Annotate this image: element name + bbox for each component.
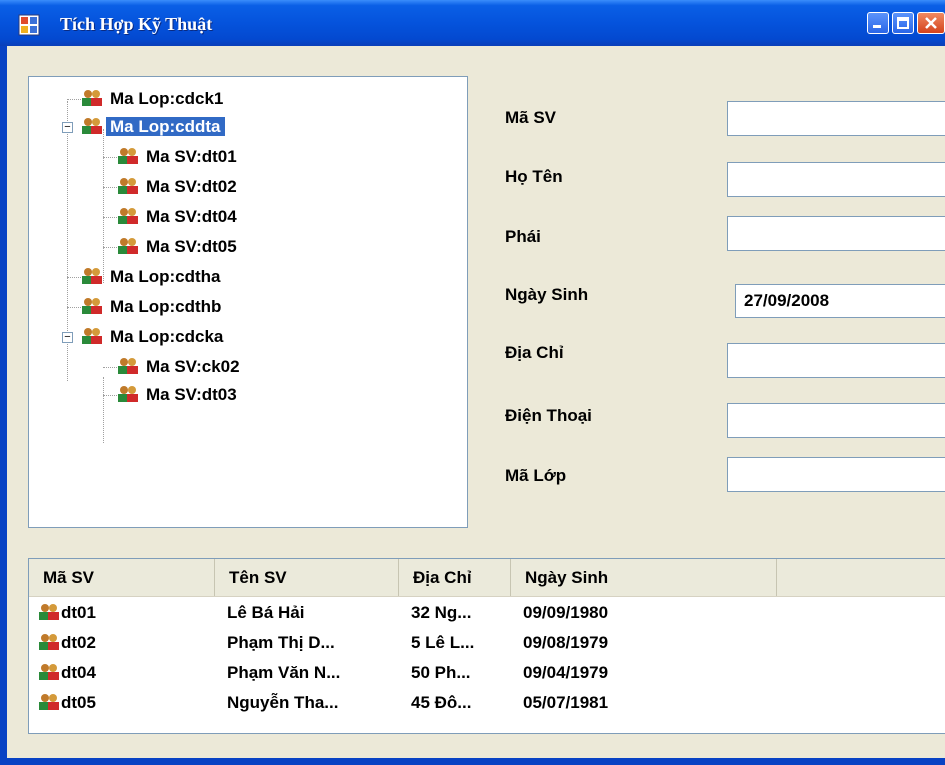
collapse-toggle[interactable]: − bbox=[62, 332, 73, 343]
cell-dia-chi: 50 Ph... bbox=[411, 663, 471, 682]
client-area: − − Ma Lop:cdck1 Ma Lop:cddta Ma SV:dt01… bbox=[7, 46, 945, 758]
column-header-ngay-sinh[interactable]: Ngày Sinh bbox=[511, 559, 777, 596]
tree-node-student[interactable]: Ma SV:dt04 bbox=[117, 204, 241, 230]
ngay-sinh-value: 27/09/2008 bbox=[744, 291, 830, 310]
dien-thoai-input[interactable] bbox=[727, 403, 945, 438]
users-group-icon bbox=[39, 604, 59, 620]
phai-label: Phái bbox=[505, 227, 541, 246]
users-group-icon bbox=[82, 268, 102, 284]
ngay-sinh-date-picker[interactable]: 27/09/2008 bbox=[735, 284, 945, 318]
tree-node-class[interactable]: Ma Lop:cdthb bbox=[81, 294, 225, 320]
tree-node-class[interactable]: Ma Lop:cdtha bbox=[81, 264, 225, 290]
cell-dia-chi: 45 Đô... bbox=[411, 693, 472, 712]
tree-connector bbox=[103, 395, 117, 396]
tree-node-class[interactable]: Ma Lop:cdck1 bbox=[81, 86, 227, 112]
users-group-icon bbox=[118, 148, 138, 164]
ho-ten-label: Họ Tên bbox=[505, 167, 563, 186]
table-row[interactable]: dt02 Phạm Thị D... 5 Lê L... 09/08/1979 bbox=[29, 628, 945, 658]
column-header-ten-sv[interactable]: Tên SV bbox=[215, 559, 399, 596]
class-tree-view[interactable]: − − Ma Lop:cdck1 Ma Lop:cddta Ma SV:dt01… bbox=[28, 76, 468, 528]
cell-ten-sv: Phạm Thị D... bbox=[227, 633, 335, 652]
minimize-button[interactable] bbox=[867, 12, 889, 34]
users-group-icon bbox=[82, 298, 102, 314]
cell-ten-sv: Nguyễn Tha... bbox=[227, 693, 339, 712]
tree-connector bbox=[67, 99, 81, 100]
cell-ma-sv: dt04 bbox=[29, 658, 215, 688]
users-group-icon bbox=[82, 328, 102, 344]
users-group-icon bbox=[82, 118, 102, 134]
maximize-icon bbox=[897, 17, 909, 29]
ho-ten-input[interactable] bbox=[727, 162, 945, 197]
table-row[interactable]: dt01 Lê Bá Hải 32 Ng... 09/09/1980 bbox=[29, 598, 945, 628]
ma-lop-label: Mã Lớp bbox=[505, 466, 567, 485]
close-icon bbox=[925, 17, 937, 29]
cell-ma-sv: dt02 bbox=[29, 628, 215, 658]
tree-node-student[interactable]: Ma SV:dt03 bbox=[117, 382, 241, 408]
cell-ngay-sinh: 09/08/1979 bbox=[523, 633, 609, 652]
tree-connector bbox=[103, 377, 104, 443]
ma-sv-input[interactable] bbox=[727, 101, 945, 136]
users-group-icon bbox=[118, 386, 138, 402]
ma-sv-label: Mã SV bbox=[505, 108, 557, 127]
cell-ten-sv: Phạm Văn N... bbox=[227, 663, 341, 682]
maximize-button[interactable] bbox=[892, 12, 914, 34]
window-title: Tích Hợp Kỹ Thuật bbox=[60, 14, 213, 34]
column-header-ma-sv[interactable]: Mã SV bbox=[29, 559, 215, 596]
cell-ten-sv: Lê Bá Hải bbox=[227, 603, 305, 622]
cell-ngay-sinh: 05/07/1981 bbox=[523, 693, 609, 712]
tree-node-class[interactable]: Ma Lop:cdcka bbox=[81, 324, 227, 350]
tree-node-student[interactable]: Ma SV:ck02 bbox=[117, 354, 244, 380]
users-group-icon bbox=[118, 208, 138, 224]
table-row[interactable]: dt04 Phạm Văn N... 50 Ph... 09/04/1979 bbox=[29, 658, 945, 688]
minimize-icon bbox=[873, 25, 881, 28]
users-group-icon bbox=[118, 178, 138, 194]
tree-connector bbox=[103, 129, 104, 283]
phai-input[interactable] bbox=[727, 216, 945, 251]
collapse-toggle[interactable]: − bbox=[62, 122, 73, 133]
cell-ma-sv: dt05 bbox=[29, 688, 215, 718]
window-bottom-border bbox=[0, 758, 945, 765]
list-header: Mã SV Tên SV Địa Chỉ Ngày Sinh bbox=[29, 559, 945, 597]
close-button[interactable] bbox=[917, 12, 945, 34]
student-list-view[interactable]: Mã SV Tên SV Địa Chỉ Ngày Sinh dt01 Lê B… bbox=[28, 558, 945, 734]
tree-node-class[interactable]: Ma Lop:cddta bbox=[81, 114, 225, 140]
users-group-icon bbox=[118, 238, 138, 254]
tree-node-student[interactable]: Ma SV:dt01 bbox=[117, 144, 241, 170]
tree-connector bbox=[103, 367, 117, 368]
tree-connector bbox=[103, 247, 117, 248]
users-group-icon bbox=[39, 664, 59, 680]
tree-connector bbox=[103, 157, 117, 158]
users-group-icon bbox=[118, 358, 138, 374]
cell-dia-chi: 32 Ng... bbox=[411, 603, 472, 622]
tree-connector bbox=[67, 277, 81, 278]
table-row[interactable]: dt05 Nguyễn Tha... 45 Đô... 05/07/1981 bbox=[29, 688, 945, 718]
app-window: Tích Hợp Kỹ Thuật − − Ma Lop:cdck1 Ma Lo… bbox=[0, 0, 945, 765]
ma-lop-input[interactable] bbox=[727, 457, 945, 492]
dien-thoai-label: Điện Thoại bbox=[505, 406, 592, 425]
dia-chi-input[interactable] bbox=[727, 343, 945, 378]
ngay-sinh-label: Ngày Sinh bbox=[505, 285, 589, 304]
cell-ngay-sinh: 09/09/1980 bbox=[523, 603, 609, 622]
tree-node-student[interactable]: Ma SV:dt05 bbox=[117, 234, 241, 260]
tree-connector bbox=[67, 307, 81, 308]
users-group-icon bbox=[39, 694, 59, 710]
tree-connector bbox=[103, 187, 117, 188]
users-group-icon bbox=[82, 90, 102, 106]
tree-node-student[interactable]: Ma SV:dt02 bbox=[117, 174, 241, 200]
cell-ma-sv: dt01 bbox=[29, 598, 215, 628]
title-bar[interactable]: Tích Hợp Kỹ Thuật bbox=[0, 0, 945, 46]
app-window-icon[interactable] bbox=[18, 14, 40, 36]
tree-connector bbox=[103, 217, 117, 218]
dia-chi-label: Địa Chỉ bbox=[505, 343, 564, 362]
cell-dia-chi: 5 Lê L... bbox=[411, 633, 475, 652]
column-header-dia-chi[interactable]: Địa Chỉ bbox=[399, 559, 511, 596]
cell-ngay-sinh: 09/04/1979 bbox=[523, 663, 609, 682]
users-group-icon bbox=[39, 634, 59, 650]
